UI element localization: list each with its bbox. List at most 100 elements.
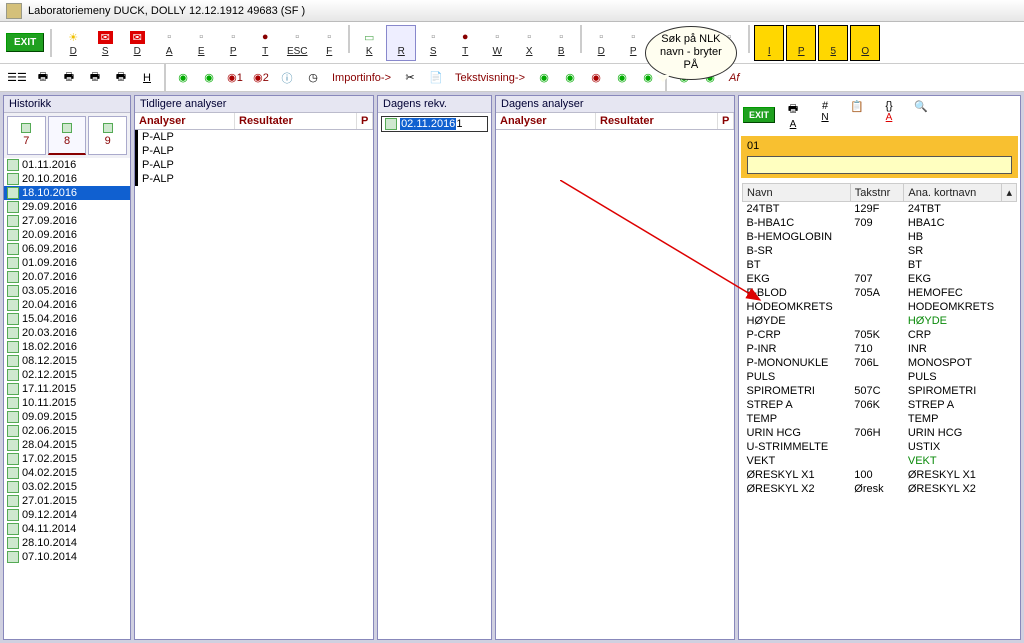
- tb-t2-button[interactable]: ● T: [450, 25, 480, 61]
- prev-row[interactable]: P-ALP: [135, 130, 373, 144]
- right-rn-button[interactable]: # N: [811, 100, 839, 130]
- catalog-row[interactable]: STREP A 706K STREP A: [743, 398, 1017, 412]
- catalog-row[interactable]: P-CRP 705K CRP: [743, 328, 1017, 342]
- catalog-row[interactable]: B-HEMOGLOBIN HB: [743, 230, 1017, 244]
- history-row[interactable]: 01.09.2016: [4, 256, 130, 270]
- dot-r3-icon[interactable]: ◉: [585, 67, 607, 89]
- history-row[interactable]: 03.02.2015: [4, 480, 130, 494]
- catalog-row[interactable]: HODEOMKRETS HODEOMKRETS: [743, 300, 1017, 314]
- history-row[interactable]: 18.02.2016: [4, 340, 130, 354]
- tb-5-button[interactable]: 5: [818, 25, 848, 61]
- dag-col-p[interactable]: P: [718, 113, 734, 129]
- history-row[interactable]: 08.12.2015: [4, 354, 130, 368]
- history-row[interactable]: 20.04.2016: [4, 298, 130, 312]
- tb-a-button[interactable]: ▫ A: [154, 25, 184, 61]
- history-row[interactable]: 06.09.2016: [4, 242, 130, 256]
- search-input[interactable]: [747, 156, 1012, 174]
- crop-icon[interactable]: ✂: [399, 67, 421, 89]
- rekv-date-row[interactable]: 02.11.20161: [381, 116, 488, 132]
- catalog-row[interactable]: 24TBT 129F 24TBT: [743, 202, 1017, 217]
- dag-col-analyser[interactable]: Analyser: [496, 113, 596, 129]
- prev-row[interactable]: P-ALP: [135, 172, 373, 186]
- tb-p2-button[interactable]: ▫ P: [618, 25, 648, 61]
- print3-icon[interactable]: 🖶: [84, 67, 106, 89]
- col-navn[interactable]: Navn: [743, 184, 851, 202]
- dot-green1-icon[interactable]: ◉: [172, 67, 194, 89]
- history-row[interactable]: 17.11.2015: [4, 382, 130, 396]
- layout-icon[interactable]: ☰☰: [6, 67, 28, 89]
- previous-list[interactable]: P-ALP P-ALP P-ALP P-ALP: [135, 130, 373, 639]
- catalog-row[interactable]: HØYDE HØYDE: [743, 314, 1017, 328]
- tb-env2-button[interactable]: ✉ D: [122, 25, 152, 61]
- text-icon[interactable]: 📄: [425, 67, 447, 89]
- history-row[interactable]: 02.06.2015: [4, 424, 130, 438]
- dot-g5-icon[interactable]: ◉: [611, 67, 633, 89]
- history-row[interactable]: 20.07.2016: [4, 270, 130, 284]
- col-analyser[interactable]: Analyser: [135, 113, 235, 129]
- dot-g4-icon[interactable]: ◉: [559, 67, 581, 89]
- tb-i-button[interactable]: I: [754, 25, 784, 61]
- history-row[interactable]: 17.02.2015: [4, 452, 130, 466]
- catalog-row[interactable]: ØRESKYL X1 100 ØRESKYL X1: [743, 468, 1017, 482]
- tb-x-button[interactable]: ▫ X: [514, 25, 544, 61]
- tb-r-button[interactable]: R: [386, 25, 416, 61]
- tb-o2-button[interactable]: O: [850, 25, 880, 61]
- analysis-catalog-grid[interactable]: Navn Takstnr Ana. kortnavn ▴ 24TBT 129F …: [742, 183, 1017, 636]
- tb-b-button[interactable]: ▫ B: [546, 25, 576, 61]
- tb-e-button[interactable]: ▫ E: [186, 25, 216, 61]
- history-row[interactable]: 28.04.2015: [4, 438, 130, 452]
- clock-icon[interactable]: ◷: [302, 67, 324, 89]
- tb-w-button[interactable]: ▫ W: [482, 25, 512, 61]
- tb-d2-button[interactable]: ▫ D: [586, 25, 616, 61]
- history-row[interactable]: 04.11.2014: [4, 522, 130, 536]
- dag-list[interactable]: [496, 130, 734, 639]
- prev-row[interactable]: P-ALP: [135, 158, 373, 172]
- tb-p-button[interactable]: ▫ P: [218, 25, 248, 61]
- catalog-row[interactable]: SPIROMETRI 507C SPIROMETRI: [743, 384, 1017, 398]
- right-ra2-button[interactable]: {} A: [875, 100, 903, 130]
- col-takstnr[interactable]: Takstnr: [850, 184, 904, 202]
- catalog-row[interactable]: EKG 707 EKG: [743, 272, 1017, 286]
- history-row[interactable]: 15.04.2016: [4, 312, 130, 326]
- history-row[interactable]: 20.03.2016: [4, 326, 130, 340]
- right-exit-button[interactable]: EXIT: [743, 107, 775, 123]
- history-row[interactable]: 27.09.2016: [4, 214, 130, 228]
- catalog-row[interactable]: BT BT: [743, 258, 1017, 272]
- history-row[interactable]: 28.10.2014: [4, 536, 130, 550]
- history-list[interactable]: 01.11.2016 20.10.2016 18.10.2016 29.09.2…: [4, 158, 130, 639]
- history-tab-9[interactable]: 9: [88, 116, 127, 155]
- prev-row[interactable]: P-ALP: [135, 144, 373, 158]
- catalog-row[interactable]: PULS PULS: [743, 370, 1017, 384]
- col-p[interactable]: P: [357, 113, 373, 129]
- exit-button[interactable]: EXIT: [6, 33, 44, 52]
- dot-red1-icon[interactable]: ◉1: [224, 67, 246, 89]
- history-row[interactable]: 02.12.2015: [4, 368, 130, 382]
- history-row[interactable]: 09.12.2014: [4, 508, 130, 522]
- tb-p3-button[interactable]: P: [786, 25, 816, 61]
- h-button[interactable]: H: [136, 67, 158, 89]
- catalog-row[interactable]: URIN HCG 706H URIN HCG: [743, 426, 1017, 440]
- history-row[interactable]: 29.09.2016: [4, 200, 130, 214]
- history-row[interactable]: 09.09.2015: [4, 410, 130, 424]
- catalog-row[interactable]: F-BLOD 705A HEMOFEC: [743, 286, 1017, 300]
- history-row[interactable]: 03.05.2016: [4, 284, 130, 298]
- history-row[interactable]: 01.11.2016: [4, 158, 130, 172]
- right-rlast-button[interactable]: 🔍: [907, 100, 935, 130]
- tb-k-button[interactable]: ▭ K: [354, 25, 384, 61]
- catalog-row[interactable]: B-SR SR: [743, 244, 1017, 258]
- history-row[interactable]: 18.10.2016: [4, 186, 130, 200]
- tb-s2-button[interactable]: ▫ S: [418, 25, 448, 61]
- catalog-row[interactable]: VEKT VEKT: [743, 454, 1017, 468]
- catalog-row[interactable]: B-HBA1C 709 HBA1C: [743, 216, 1017, 230]
- col-resultater[interactable]: Resultater: [235, 113, 357, 129]
- col-kortnavn[interactable]: Ana. kortnavn: [904, 184, 1002, 202]
- tb-env1-button[interactable]: ✉ S: [90, 25, 120, 61]
- info-icon[interactable]: ⓘ: [276, 67, 298, 89]
- right-ry-button[interactable]: 📋: [843, 100, 871, 130]
- dot-red2-icon[interactable]: ◉2: [250, 67, 272, 89]
- history-row[interactable]: 27.01.2015: [4, 494, 130, 508]
- right-ra-button[interactable]: 🖶 A: [779, 100, 807, 130]
- tb-t-button[interactable]: ● T: [250, 25, 280, 61]
- importinfo-link[interactable]: Importinfo->: [328, 72, 395, 84]
- catalog-row[interactable]: TEMP TEMP: [743, 412, 1017, 426]
